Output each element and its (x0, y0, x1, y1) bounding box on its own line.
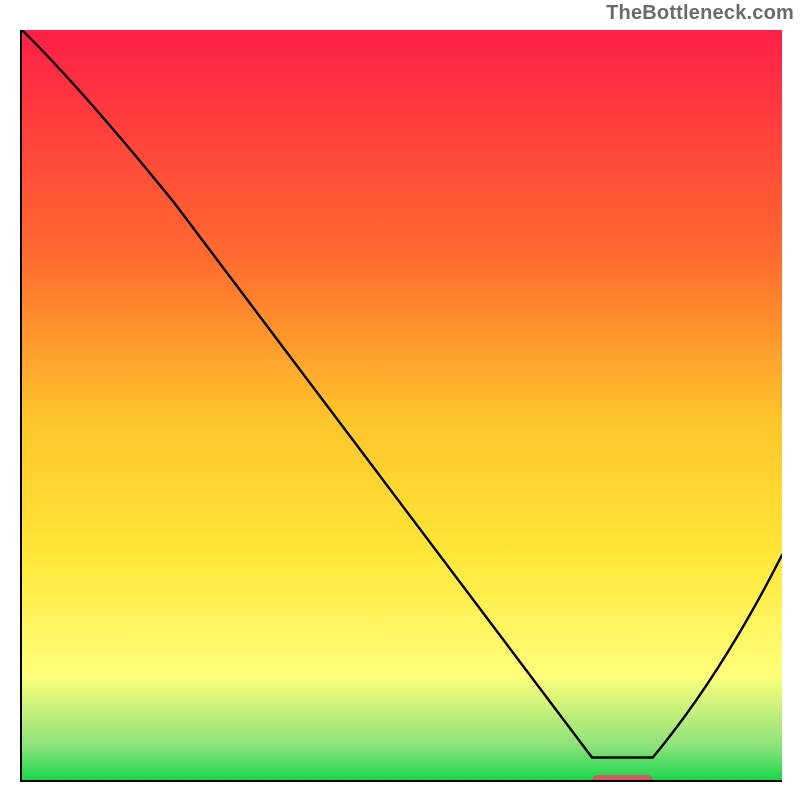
plot-area (20, 30, 782, 782)
optimal-marker (592, 775, 653, 782)
watermark-text: TheBottleneck.com (606, 2, 794, 25)
bottleneck-curve (22, 30, 782, 780)
chart-stage: TheBottleneck.com (0, 0, 800, 800)
